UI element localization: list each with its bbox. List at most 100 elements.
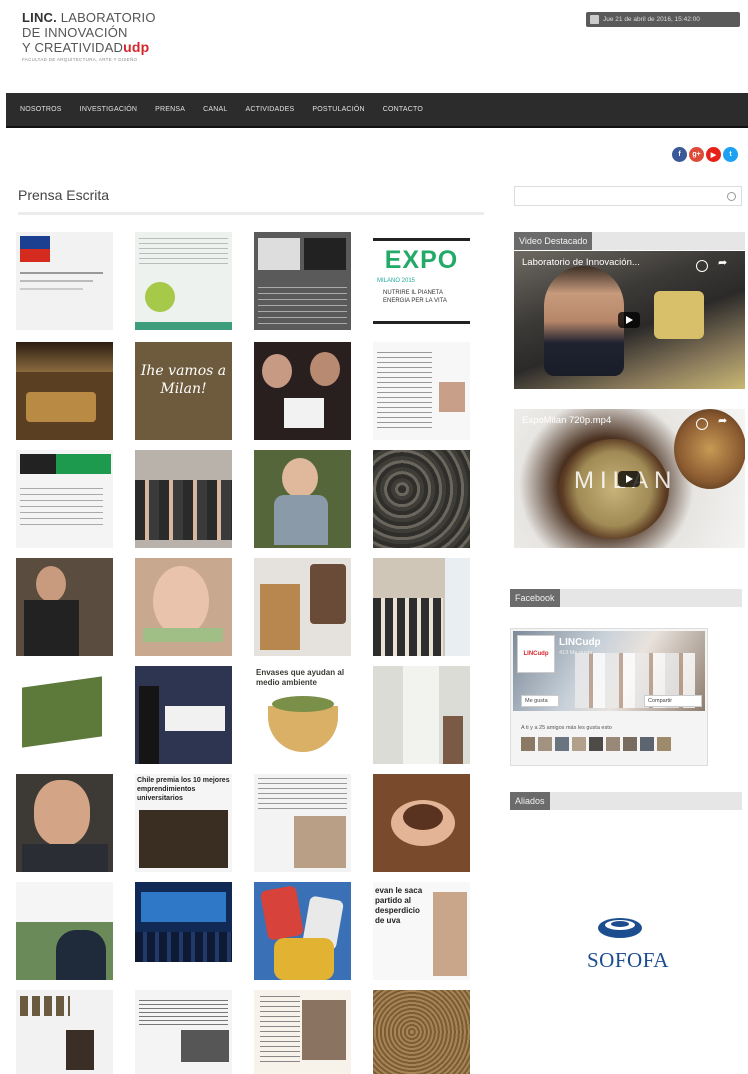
date-text: Jue 21 de abril de 2016, 15:42:00 xyxy=(603,16,700,23)
face xyxy=(153,566,209,636)
nav-canal[interactable]: CANAL xyxy=(203,106,227,113)
people-row xyxy=(135,480,232,540)
sofofa-logo[interactable]: SOFOFA xyxy=(566,910,690,982)
tile-colorful-bags[interactable] xyxy=(254,882,351,980)
text-block xyxy=(260,996,300,1066)
tile-news-columns[interactable] xyxy=(135,990,232,1074)
fb-friend-avatar[interactable] xyxy=(538,737,552,751)
tile-evan-uva[interactable]: evan le saca partido al desperdicio de u… xyxy=(373,882,470,980)
play-button-2[interactable] xyxy=(618,471,640,487)
fb-friend-avatar[interactable] xyxy=(657,737,671,751)
ceiling xyxy=(16,342,113,372)
person xyxy=(56,930,106,980)
fb-friend-avatar[interactable] xyxy=(623,737,637,751)
tile-website-screenshot[interactable] xyxy=(16,450,113,548)
tile-team-office[interactable] xyxy=(373,558,470,656)
tile-gobierno-chile[interactable] xyxy=(16,232,113,330)
tile-check-ceremony[interactable] xyxy=(135,666,232,764)
text-block xyxy=(139,238,228,268)
date-display: Jue 21 de abril de 2016, 15:42:00 xyxy=(586,12,740,27)
headline xyxy=(139,1000,228,1026)
body xyxy=(24,600,79,656)
fb-like-button[interactable]: Me gusta xyxy=(521,695,559,707)
fb-friend-avatar[interactable] xyxy=(521,737,535,751)
tile-gallery[interactable] xyxy=(373,666,470,764)
youtube-icon[interactable]: ▶ xyxy=(706,147,721,162)
fb-page-likes: 413 Me gusta xyxy=(559,650,593,656)
person xyxy=(139,686,159,764)
tile-news-article[interactable] xyxy=(373,342,470,440)
tile-presentation[interactable] xyxy=(254,232,351,330)
banner xyxy=(445,558,470,656)
nav-contacto[interactable]: CONTACTO xyxy=(383,106,423,113)
fb-friend-avatar[interactable] xyxy=(589,737,603,751)
tile-woman-smiling[interactable] xyxy=(135,558,232,656)
search-input[interactable] xyxy=(514,186,742,206)
audience xyxy=(135,932,232,962)
fb-friend-avatar[interactable] xyxy=(640,737,654,751)
tile-grain[interactable] xyxy=(373,990,470,1074)
soil xyxy=(403,804,443,830)
nav-nosotros[interactable]: NOSOTROS xyxy=(20,106,62,113)
logo-line3: Y CREATIVIDAD xyxy=(22,40,124,55)
sofofa-text: SOFOFA xyxy=(587,948,669,972)
screen xyxy=(304,238,346,270)
nav-investigacion[interactable]: INVESTIGACIÓN xyxy=(80,106,137,113)
social-links: f g+ ▶ t xyxy=(672,147,738,162)
tile-stage-event[interactable] xyxy=(135,882,232,980)
expo-sub2: NUTRIRE IL PIANETA xyxy=(383,290,444,296)
fb-page-name[interactable]: LINCudp xyxy=(559,637,601,648)
tile-material-samples[interactable] xyxy=(254,558,351,656)
nav-actividades[interactable]: ACTIVIDADES xyxy=(245,106,294,113)
video-player-1[interactable]: Laboratorio de Innovación... ➦ xyxy=(514,251,745,389)
nav-postulacion[interactable]: POSTULACIÓN xyxy=(312,106,364,113)
yellow-bag xyxy=(274,938,334,980)
text-line xyxy=(20,280,93,282)
tile-debris[interactable] xyxy=(373,450,470,548)
fb-friend-avatar[interactable] xyxy=(572,737,586,751)
video-player-2[interactable]: ExpoMilan 720p.mp4 MILAN ➦ xyxy=(514,409,745,548)
person xyxy=(66,1030,94,1070)
share-icon-2[interactable]: ➦ xyxy=(718,414,727,427)
logo-linc: LINC. xyxy=(22,10,57,25)
video-person xyxy=(544,266,624,376)
tile-document-green[interactable] xyxy=(135,232,232,330)
twitter-icon[interactable]: t xyxy=(723,147,738,162)
tile-group-photo[interactable] xyxy=(135,450,232,548)
fb-friend-avatar[interactable] xyxy=(555,737,569,751)
tile-expo-milano[interactable]: EXPO MILANO 2015 NUTRIRE IL PIANETA ENERGIA… xyxy=(373,232,470,330)
tile-products[interactable] xyxy=(16,990,113,1074)
tile-man-portrait[interactable] xyxy=(16,558,113,656)
tile-hands-soil[interactable] xyxy=(373,774,470,872)
play-button[interactable] xyxy=(618,312,640,328)
tile-green-model[interactable] xyxy=(16,666,113,764)
watch-later-icon-2[interactable] xyxy=(696,418,708,430)
expo-bar xyxy=(373,321,470,324)
share-icon[interactable]: ➦ xyxy=(718,256,727,269)
aliados-widget-title: Aliados xyxy=(510,792,550,810)
expo-sub: MILANO 2015 xyxy=(377,278,416,284)
tile-award-women[interactable] xyxy=(254,342,351,440)
site-logo[interactable]: LINC. LABORATORIO DE INNOVACIÓN Y CREATI… xyxy=(22,10,172,70)
fb-share-button[interactable]: Compartir xyxy=(644,695,702,707)
tile-nos-vamos-milan[interactable]: Ihe vamos a Milan! xyxy=(135,342,232,440)
fb-like-label: Me gusta xyxy=(525,698,548,704)
tile-woman-presentation[interactable] xyxy=(16,882,113,980)
tile-exhibit-room[interactable] xyxy=(16,342,113,440)
google-plus-icon[interactable]: g+ xyxy=(689,147,704,162)
facebook-icon[interactable]: f xyxy=(672,147,687,162)
logo-udp: udp xyxy=(123,39,150,55)
tile-magazine[interactable] xyxy=(254,990,351,1074)
screen xyxy=(258,238,300,270)
tile-woman-plants[interactable] xyxy=(254,450,351,548)
watch-later-icon[interactable] xyxy=(696,260,708,272)
tile-man-close[interactable] xyxy=(16,774,113,872)
tile-newspaper[interactable] xyxy=(254,774,351,872)
tile-chile-premia[interactable]: Chile premia los 10 mejores emprendimien… xyxy=(135,774,232,872)
fb-friend-avatar[interactable] xyxy=(606,737,620,751)
tile-envases[interactable]: Envases que ayudan al medio ambiente xyxy=(254,666,351,764)
salad xyxy=(272,696,334,712)
expo-bar xyxy=(373,238,470,241)
nav-prensa[interactable]: PRENSA xyxy=(155,106,185,113)
fb-page-avatar[interactable]: LINCudp xyxy=(517,635,555,673)
